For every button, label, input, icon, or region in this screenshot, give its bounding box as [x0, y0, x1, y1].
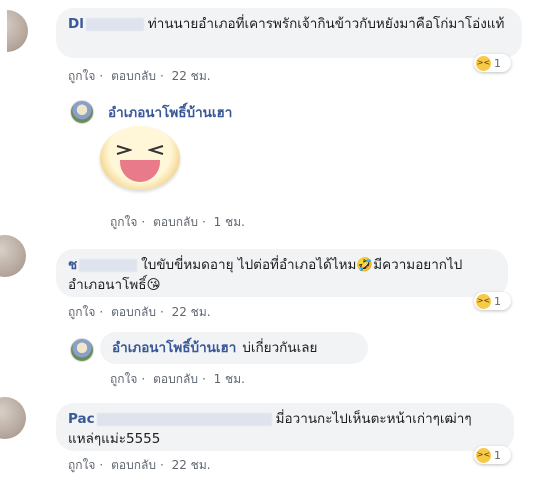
- reaction-count: 1: [494, 294, 501, 308]
- reply-link[interactable]: ตอบกลับ: [111, 458, 156, 472]
- separator: ·: [159, 305, 164, 319]
- reply-link[interactable]: ตอบกลับ: [153, 372, 198, 386]
- timestamp[interactable]: 22 ชม.: [172, 458, 211, 472]
- like-link[interactable]: ถูกใจ: [68, 69, 95, 83]
- separator: ·: [201, 372, 206, 386]
- avatar[interactable]: [7, 10, 28, 52]
- reaction-count: 1: [494, 56, 501, 70]
- comment-bubble: Pac มี่อวานกะไปเห็นตะหน้าเก่าๆเฒ่าๆแหล่ๆแ…: [56, 403, 514, 451]
- laughing-emoji-icon: ><: [476, 293, 491, 309]
- squint-eye-icon: [148, 145, 164, 155]
- comment-bubble: Dl ท่านนายอำเภอที่เคารพรักเจ้ากินข้าวกับห…: [56, 8, 522, 58]
- separator: ·: [99, 69, 104, 83]
- reply-bubble: อำเภอนาโพธิ์บ้านเฮา บ่เกี่ยวกันเลย: [100, 332, 368, 364]
- comment-author[interactable]: ช: [68, 257, 77, 273]
- separator: ·: [99, 305, 104, 319]
- separator: ·: [141, 215, 146, 229]
- comment-actions: ถูกใจ · ตอบกลับ · 22 ชม.: [68, 456, 215, 475]
- reply-link[interactable]: ตอบกลับ: [111, 69, 156, 83]
- avatar[interactable]: [70, 100, 94, 124]
- comment-author[interactable]: Pac: [68, 411, 95, 427]
- like-link[interactable]: ถูกใจ: [68, 305, 95, 319]
- separator: ·: [141, 372, 146, 386]
- separator: ·: [159, 69, 164, 83]
- reaction-summary[interactable]: >< 1: [474, 446, 511, 464]
- comment-actions: ถูกใจ · ตอบกลับ · 22 ชม.: [68, 303, 215, 322]
- like-link[interactable]: ถูกใจ: [110, 372, 137, 386]
- avatar[interactable]: [70, 338, 94, 362]
- comment-author[interactable]: Dl: [68, 16, 84, 32]
- sticker-mouth: [120, 160, 160, 182]
- laughing-sticker: [100, 126, 180, 190]
- reply-link[interactable]: ตอบกลับ: [153, 215, 198, 229]
- reply-author[interactable]: อำเภอนาโพธิ์บ้านเฮา: [108, 101, 232, 123]
- reply-author[interactable]: อำเภอนาโพธิ์บ้านเฮา: [112, 340, 236, 356]
- comment-text: ท่านนายอำเภอที่เคารพรักเจ้ากินข้าวกับหยั…: [147, 16, 505, 32]
- avatar[interactable]: [0, 235, 26, 277]
- squint-eye-icon: [116, 145, 132, 155]
- separator: ·: [201, 215, 206, 229]
- avatar[interactable]: [0, 397, 26, 439]
- redacted-name: [96, 412, 272, 426]
- timestamp[interactable]: 22 ชม.: [172, 69, 211, 83]
- redacted-name: [85, 17, 144, 31]
- laughing-emoji-icon: ><: [476, 55, 491, 71]
- reply-text: บ่เกี่ยวกันเลย: [242, 340, 318, 356]
- redacted-name: [79, 258, 138, 272]
- comment-actions: ถูกใจ · ตอบกลับ · 1 ชม.: [110, 370, 249, 389]
- like-link[interactable]: ถูกใจ: [68, 458, 95, 472]
- reply-link[interactable]: ตอบกลับ: [111, 305, 156, 319]
- reaction-summary[interactable]: >< 1: [474, 54, 511, 72]
- laughing-emoji-icon: ><: [476, 447, 491, 463]
- comment-actions: ถูกใจ · ตอบกลับ · 22 ชม.: [68, 67, 215, 86]
- separator: ·: [159, 458, 164, 472]
- comment-bubble: ชใบขับขี่หมดอายุ ไปต่อที่อำเภอได้ไหม🤣มีค…: [56, 249, 508, 297]
- comment-actions: ถูกใจ · ตอบกลับ · 1 ชม.: [110, 213, 249, 232]
- like-link[interactable]: ถูกใจ: [110, 215, 137, 229]
- reaction-count: 1: [494, 448, 501, 462]
- reaction-summary[interactable]: >< 1: [474, 292, 511, 310]
- timestamp[interactable]: 1 ชม.: [214, 215, 245, 229]
- timestamp[interactable]: 22 ชม.: [172, 305, 211, 319]
- separator: ·: [99, 458, 104, 472]
- timestamp[interactable]: 1 ชม.: [214, 372, 245, 386]
